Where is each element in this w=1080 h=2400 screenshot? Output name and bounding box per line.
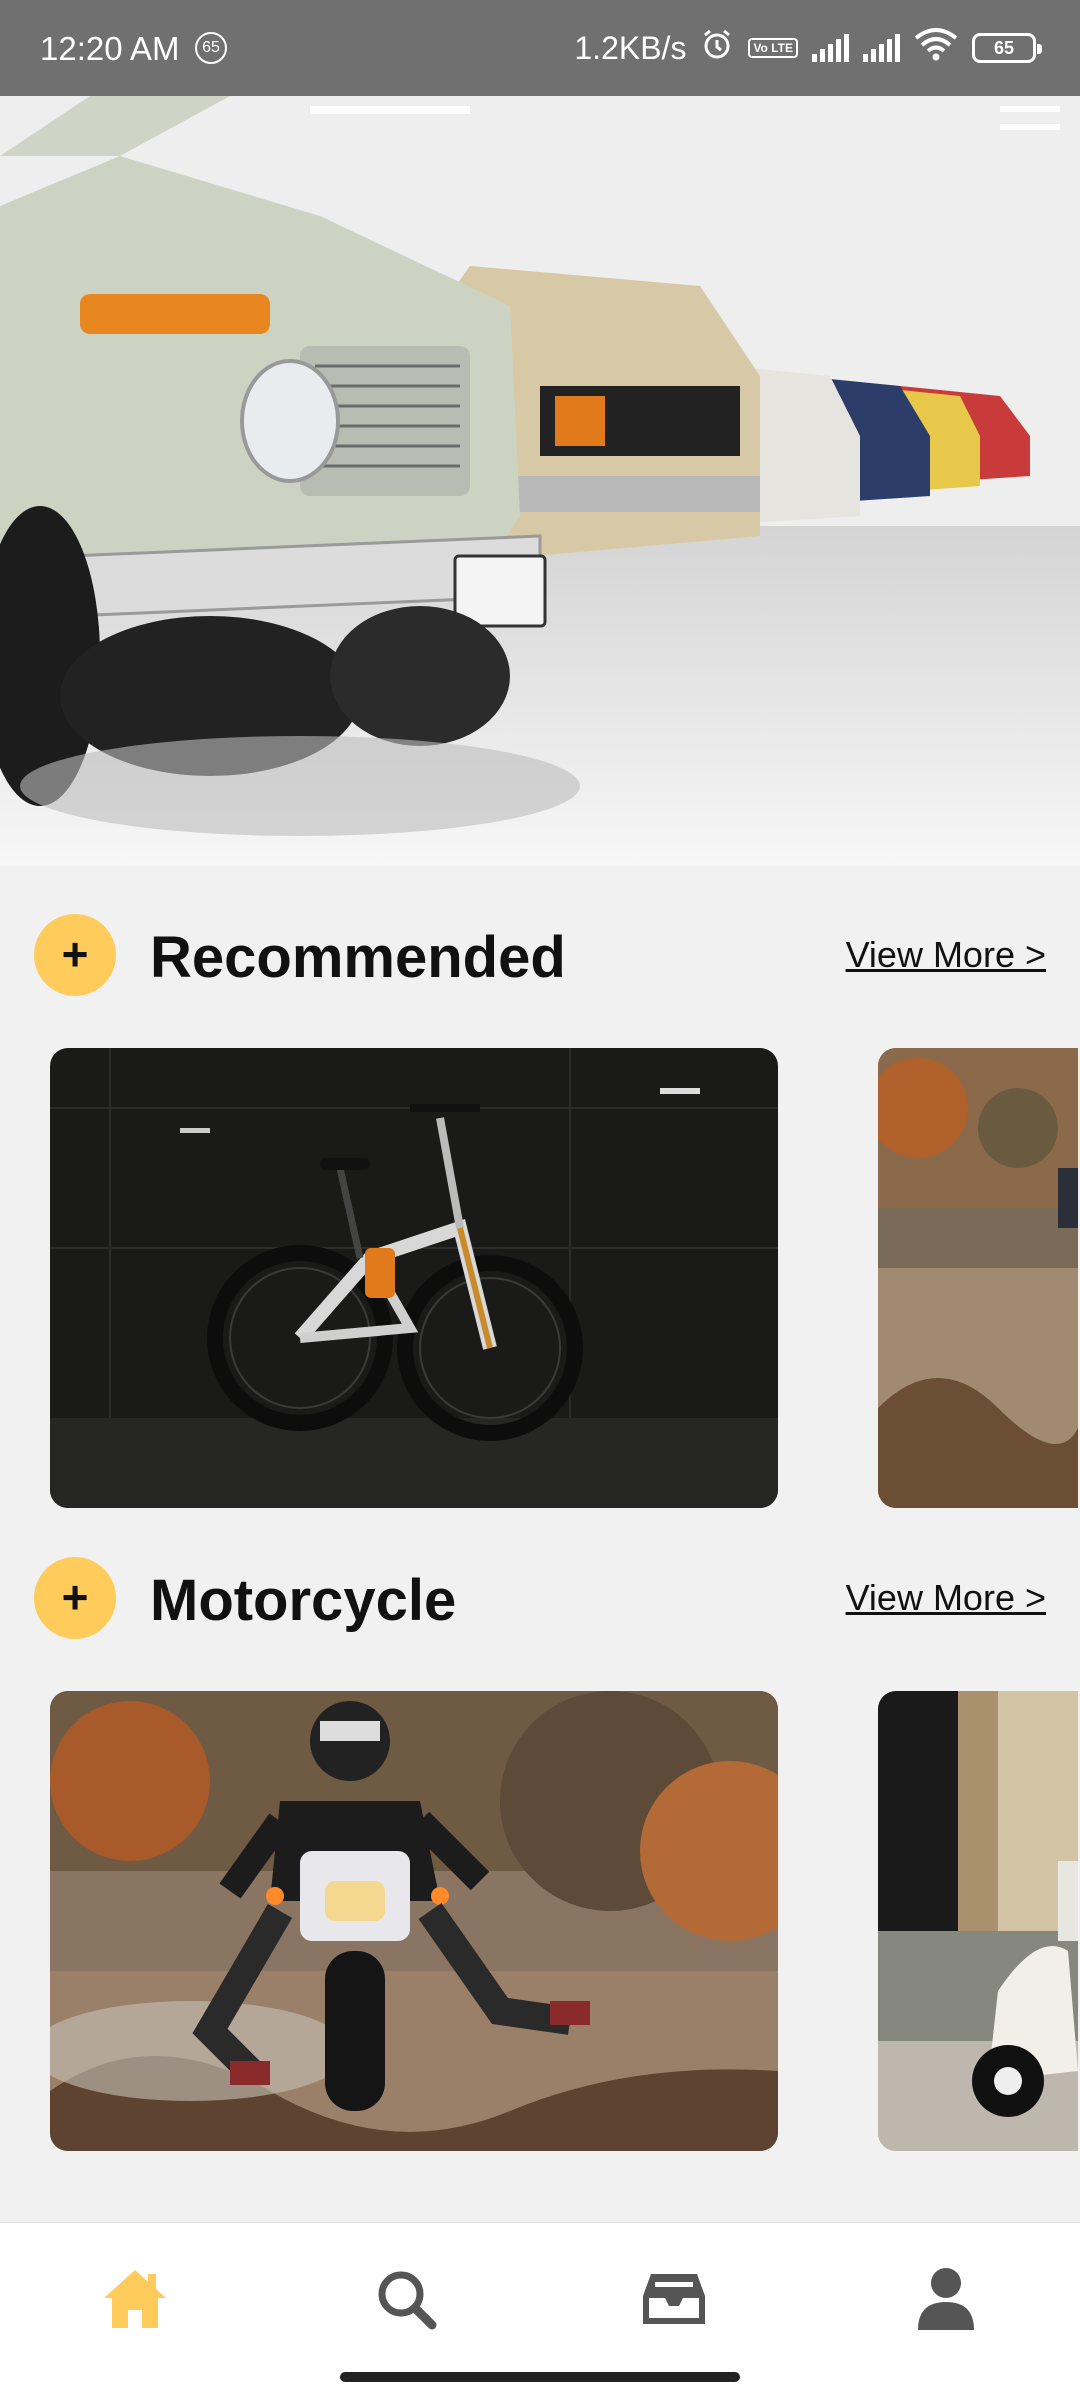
inbox-icon[interactable] (634, 2259, 714, 2339)
status-time: 12:20 AM (40, 30, 180, 67)
home-indicator (340, 2372, 740, 2382)
section-header-recommended: + Recommended View More > (0, 910, 1080, 1000)
mountain-bike-image (50, 1048, 778, 1508)
dirt-bike-rider-image (50, 1691, 778, 2151)
section-header-motorcycle: + Motorcycle View More > (0, 1553, 1080, 1643)
add-recommended-button[interactable]: + (34, 914, 116, 996)
section-title: Motorcycle (150, 1568, 457, 1633)
alarm-icon (700, 27, 734, 69)
status-bar: 12:20 AM 65 1.2KB/s Vo LTE 65 (0, 0, 1080, 96)
signal-icon (812, 34, 849, 62)
wifi-icon (914, 27, 958, 69)
view-more-link[interactable]: View More > (846, 1577, 1046, 1619)
profile-icon[interactable] (906, 2259, 986, 2339)
section-title: Recommended (150, 925, 566, 990)
search-icon[interactable] (366, 2259, 446, 2339)
dirt-bike-image (878, 1048, 1078, 1508)
vehicle-card-mountain-bike[interactable] (50, 1048, 778, 1508)
add-motorcycle-button[interactable]: + (34, 1557, 116, 1639)
cars-showroom-illustration (0, 96, 1080, 866)
volte-icon: Vo LTE (748, 38, 798, 58)
hero-banner-image[interactable] (0, 96, 1080, 866)
signal-icon (863, 34, 900, 62)
notification-count-icon: 65 (195, 32, 227, 64)
home-icon[interactable] (95, 2259, 175, 2339)
vehicle-card-scooter[interactable] (878, 1691, 1078, 2151)
network-speed: 1.2KB/s (574, 29, 687, 66)
scooter-image (878, 1691, 1078, 2151)
vehicle-card-dirt-bike-rider[interactable] (50, 1691, 778, 2151)
battery-icon: 65 (972, 33, 1042, 63)
vehicle-card-dirt-bike[interactable] (878, 1048, 1078, 1508)
view-more-link[interactable]: View More > (846, 934, 1046, 976)
